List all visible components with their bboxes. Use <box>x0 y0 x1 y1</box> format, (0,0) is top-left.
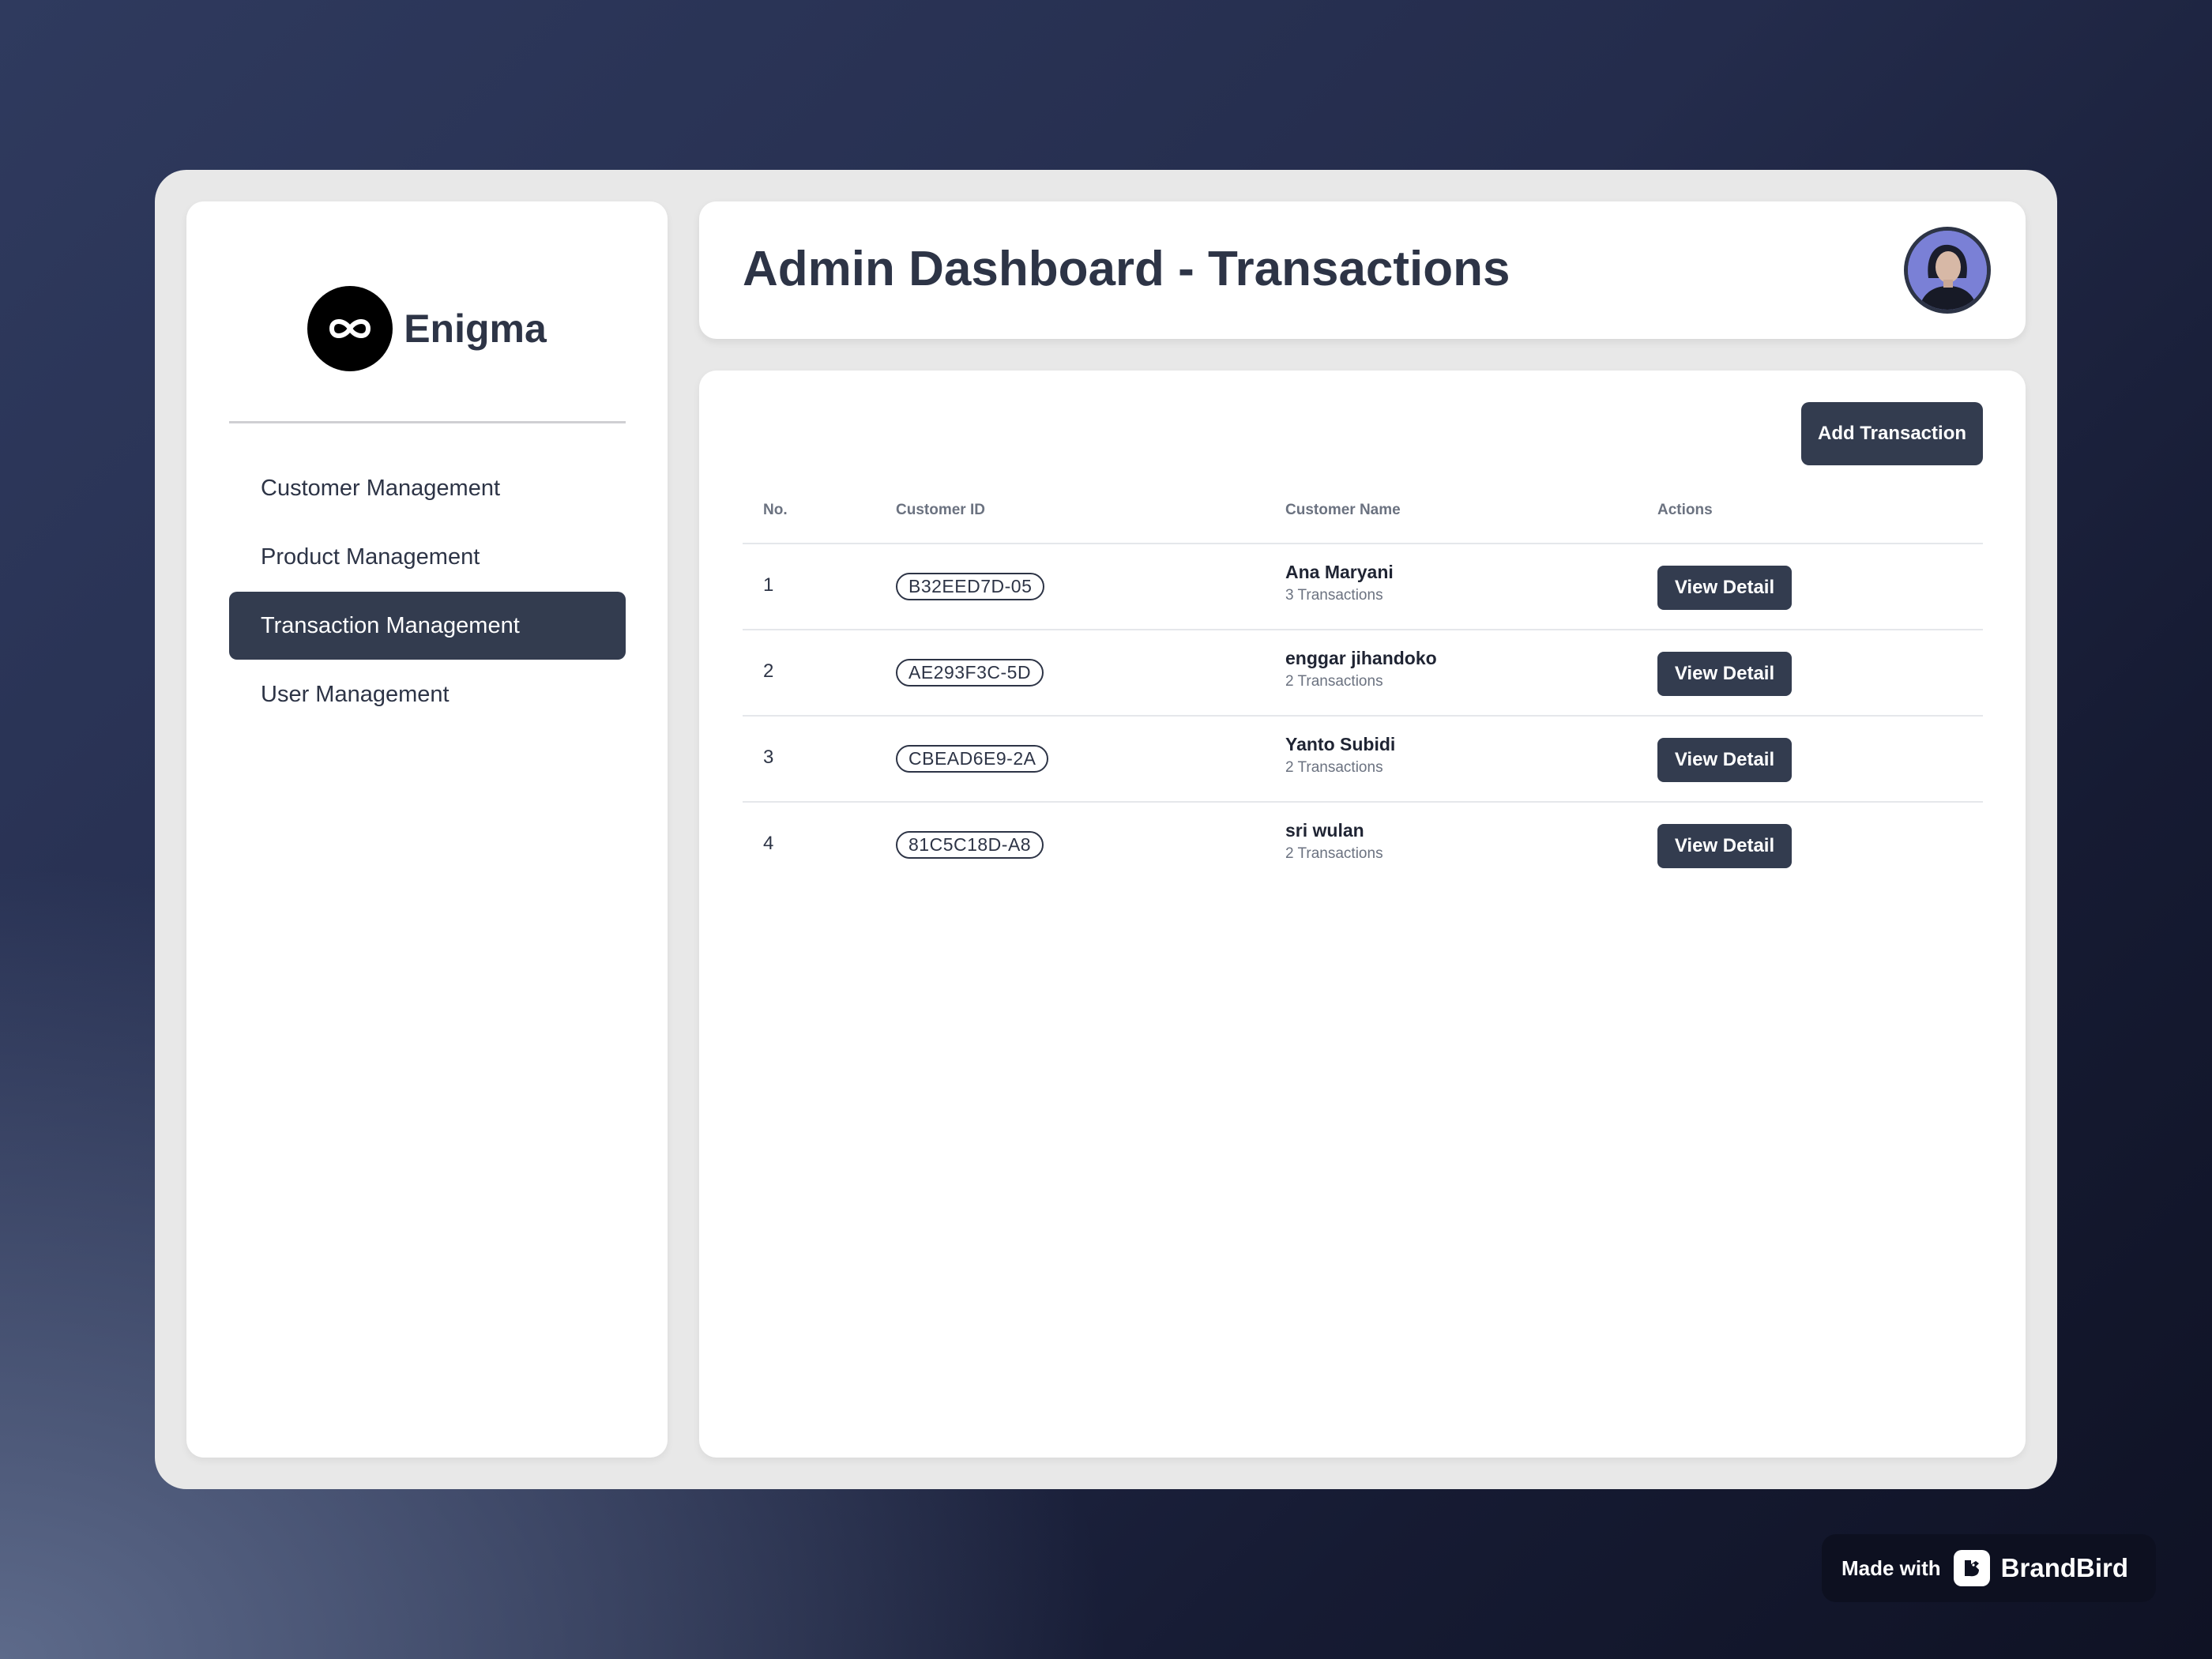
brandbird-label: BrandBird <box>2000 1553 2129 1582</box>
table-row: 3 CBEAD6E9-2A Yanto Subidi 2 Transaction… <box>743 717 1983 803</box>
brandbird-logo-icon <box>1953 1550 1990 1586</box>
sidebar-item-user-management[interactable]: User Management <box>229 660 626 728</box>
customer-id-badge: B32EED7D-05 <box>896 573 1045 600</box>
sidebar-item-customer-management[interactable]: Customer Management <box>229 454 626 522</box>
table-row: 1 B32EED7D-05 Ana Maryani 3 Transactions… <box>743 544 1983 630</box>
made-with-label: Made with <box>1841 1556 1941 1580</box>
customer-name: Ana Maryani <box>1285 562 1394 582</box>
customer-name: Yanto Subidi <box>1285 734 1396 754</box>
row-number: 1 <box>763 574 774 596</box>
page-header: Admin Dashboard - Transactions <box>699 201 2026 339</box>
view-detail-button[interactable]: View Detail <box>1657 566 1792 610</box>
transaction-count: 2 Transactions <box>1285 759 1383 776</box>
table-row: 2 AE293F3C-5D enggar jihandoko 2 Transac… <box>743 630 1983 717</box>
page-title: Admin Dashboard - Transactions <box>743 242 1510 296</box>
customer-id-badge: 81C5C18D-A8 <box>896 831 1044 859</box>
sidebar-nav: Customer Management Product Management T… <box>229 454 626 729</box>
made-with-brandbird-badge[interactable]: Made with BrandBird <box>1822 1534 2156 1602</box>
transactions-table: No. Customer ID Customer Name Actions 1 … <box>743 502 1983 889</box>
app-frame: Enigma Customer Management Product Manag… <box>155 170 2057 1489</box>
table-header: No. Customer ID Customer Name Actions <box>743 502 1983 544</box>
sidebar-item-transaction-management[interactable]: Transaction Management <box>229 592 626 660</box>
customer-name: enggar jihandoko <box>1285 648 1437 668</box>
customer-name-cell: Yanto Subidi 2 Transactions <box>1285 734 1395 777</box>
view-detail-button[interactable]: View Detail <box>1657 738 1792 782</box>
view-detail-button[interactable]: View Detail <box>1657 824 1792 868</box>
transaction-count: 3 Transactions <box>1285 587 1383 604</box>
avatar[interactable] <box>1904 227 1991 314</box>
row-number: 4 <box>763 833 774 854</box>
customer-name-cell: enggar jihandoko 2 Transactions <box>1285 648 1437 690</box>
sidebar: Enigma Customer Management Product Manag… <box>186 201 668 1458</box>
column-header-customer-name: Customer Name <box>1285 502 1401 518</box>
view-detail-button[interactable]: View Detail <box>1657 652 1792 696</box>
row-number: 3 <box>763 747 774 768</box>
table-row: 4 81C5C18D-A8 sri wulan 2 Transactions V… <box>743 803 1983 889</box>
sidebar-divider <box>229 421 626 423</box>
transaction-count: 2 Transactions <box>1285 673 1383 690</box>
row-number: 2 <box>763 660 774 682</box>
column-header-actions: Actions <box>1657 502 1713 518</box>
customer-name-cell: sri wulan 2 Transactions <box>1285 820 1383 863</box>
sidebar-item-product-management[interactable]: Product Management <box>229 523 626 591</box>
customer-name-cell: Ana Maryani 3 Transactions <box>1285 562 1394 604</box>
column-header-customer-id: Customer ID <box>896 502 985 518</box>
customer-id-badge: CBEAD6E9-2A <box>896 745 1049 773</box>
customer-name: sri wulan <box>1285 820 1364 841</box>
transactions-panel: Add Transaction No. Customer ID Customer… <box>699 371 2026 1458</box>
brand[interactable]: Enigma <box>186 285 668 372</box>
column-header-no: No. <box>763 502 788 518</box>
transaction-count: 2 Transactions <box>1285 845 1383 862</box>
infinity-logo-icon <box>307 286 393 371</box>
add-transaction-button[interactable]: Add Transaction <box>1801 402 1983 465</box>
customer-id-badge: AE293F3C-5D <box>896 659 1044 687</box>
brand-name: Enigma <box>404 307 547 351</box>
